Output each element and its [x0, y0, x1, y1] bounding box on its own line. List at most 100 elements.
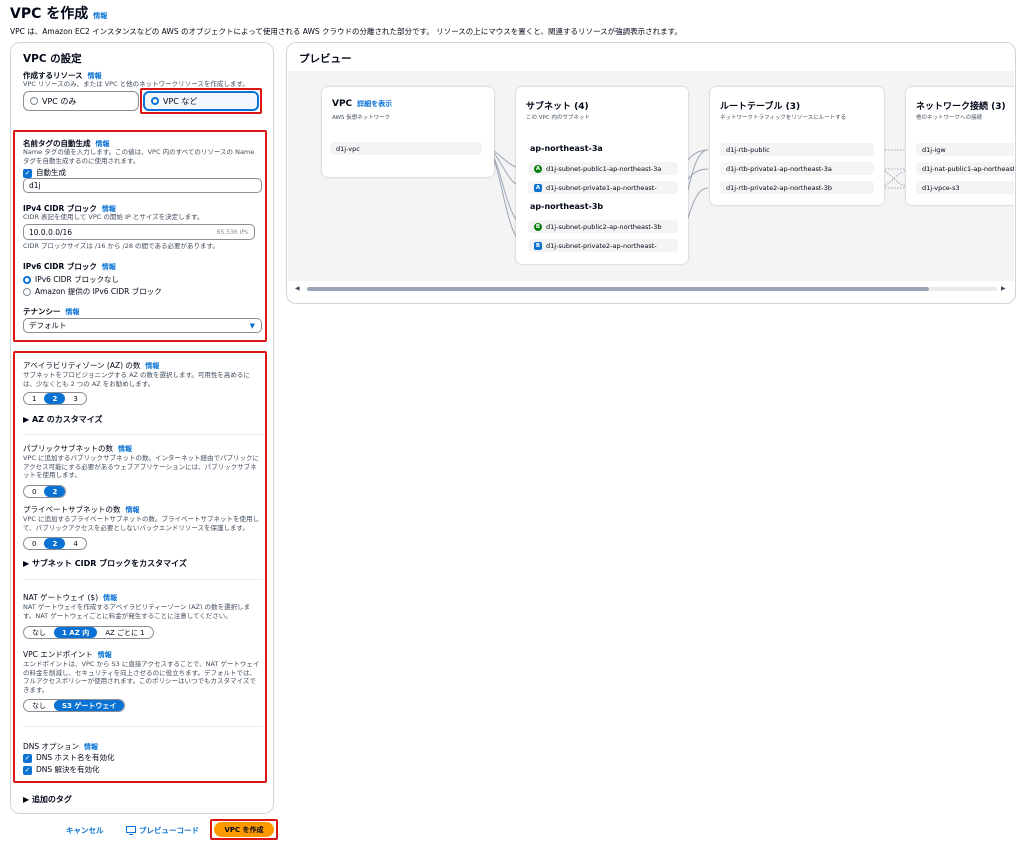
option-vpc-only[interactable]: VPC のみ: [23, 91, 139, 111]
settings-title: VPC の設定: [23, 53, 82, 65]
horizontal-scrollbar[interactable]: [307, 287, 997, 291]
info-link[interactable]: 情報: [98, 651, 112, 659]
info-link[interactable]: 情報: [126, 506, 140, 514]
nat-option-1az[interactable]: 1 AZ 内: [54, 627, 98, 638]
network-card-sub: 他のネットワークへの接続: [916, 115, 983, 121]
route-table-node[interactable]: d1j-rtb-private1-ap-northeast-3a: [720, 162, 874, 175]
route-tables-card-title: ルートテーブル (3): [720, 102, 801, 112]
ipv6-option-amazon[interactable]: Amazon 提供の IPv6 CIDR ブロック: [23, 286, 162, 297]
scroll-right-icon[interactable]: ▶: [1001, 285, 1006, 292]
nat-option-per-az[interactable]: AZ ごとに 1: [97, 627, 153, 638]
info-link[interactable]: 情報: [84, 743, 98, 751]
ipv4-input[interactable]: 10.0.0.0/16 65,536 IPs: [23, 224, 255, 240]
ipv4-desc: CIDR 表記を使用して VPC の開始 IP とサイズを決定します。: [23, 213, 204, 221]
nat-gateway-desc: NAT ゲートウェイを作成するアベイラビリティーゾーン (AZ) の数を選択しま…: [23, 603, 251, 620]
ipv6-label: IPv6 CIDR ブロック 情報: [23, 262, 116, 271]
subnets-card: サブネット (4) この VPC 内のサブネット ap-northeast-3a…: [516, 87, 688, 264]
info-link[interactable]: 情報: [88, 72, 102, 80]
vpc-endpoint-desc: エンドポイントは、VPC から S3 に直接アクセスすることで、NAT ゲートウ…: [23, 660, 260, 694]
public-subnets-option-2[interactable]: 2: [44, 486, 66, 497]
vpc-endpoint-label: VPC エンドポイント 情報: [23, 650, 112, 659]
check-icon: ✓: [23, 765, 32, 775]
subnet-node[interactable]: Bd1j-subnet-public2-ap-northeast-3b: [528, 220, 678, 233]
az-count-selector[interactable]: 1 2 3: [23, 392, 87, 405]
private-badge-icon: B: [534, 241, 542, 250]
additional-tags-expander[interactable]: ▶ 追加のタグ: [23, 794, 72, 805]
scroll-left-icon[interactable]: ◀: [295, 285, 300, 292]
private-subnets-option-2[interactable]: 2: [44, 538, 66, 549]
vpc-details-link[interactable]: 詳細を表示: [357, 100, 392, 108]
info-link[interactable]: 情報: [96, 140, 110, 148]
nat-gateway-selector[interactable]: なし 1 AZ 内 AZ ごとに 1: [23, 626, 154, 639]
vpc-endpoint-selector[interactable]: なし S3 ゲートウェイ: [23, 699, 126, 712]
private-subnets-label: プライベートサブネットの数 情報: [23, 505, 140, 514]
preview-title: プレビュー: [299, 53, 352, 65]
info-link[interactable]: 情報: [66, 308, 80, 316]
scrollbar-thumb[interactable]: [307, 287, 929, 291]
endpoint-option-s3[interactable]: S3 ゲートウェイ: [54, 700, 125, 711]
info-link[interactable]: 情報: [93, 12, 107, 20]
page-title: VPC を作成 情報: [10, 6, 108, 22]
network-node[interactable]: d1j-igw: [916, 143, 1014, 156]
private-badge-icon: A: [534, 183, 542, 192]
divider: [23, 726, 263, 727]
ipv6-option-none[interactable]: IPv6 CIDR ブロックなし: [23, 274, 119, 285]
caret-right-icon: ▶: [23, 795, 32, 804]
zone-label: ap-northeast-3a: [530, 144, 603, 153]
subnet-node[interactable]: Ad1j-subnet-private1-ap-northeast-: [528, 181, 678, 194]
info-link[interactable]: 情報: [118, 445, 132, 453]
highlight-box: [210, 819, 278, 840]
radio-selected-icon: [23, 275, 31, 284]
info-link[interactable]: 情報: [145, 362, 159, 370]
az-option-3[interactable]: 3: [65, 393, 85, 404]
subnet-node[interactable]: Ad1j-subnet-public1-ap-northeast-3a: [528, 162, 678, 175]
nat-option-none[interactable]: なし: [24, 627, 54, 638]
public-subnets-option-0[interactable]: 0: [24, 486, 44, 497]
caret-down-icon: ▼: [249, 321, 255, 330]
vpc-node[interactable]: d1j-vpc: [330, 142, 482, 155]
private-subnets-selector[interactable]: 0 2 4: [23, 537, 87, 550]
route-tables-card: ルートテーブル (3) ネットワークトラフィックをリソースにルートする d1j-…: [710, 87, 884, 205]
dns-resolution-checkbox[interactable]: ✓ DNS 解決を有効化: [23, 764, 100, 775]
az-option-1[interactable]: 1: [24, 393, 44, 404]
public-badge-icon: B: [534, 222, 542, 231]
subnet-node[interactable]: Bd1j-subnet-private2-ap-northeast-: [528, 239, 678, 252]
vpc-card-title: VPC 詳細を表示: [332, 99, 393, 109]
private-subnets-option-0[interactable]: 0: [24, 538, 44, 549]
network-card-title: ネットワーク接続 (3): [916, 102, 1006, 112]
caret-right-icon: ▶: [23, 559, 32, 568]
az-option-2[interactable]: 2: [44, 393, 66, 404]
public-subnets-desc: VPC に追加するパブリックサブネットの数。インターネット経由でパブリックにアク…: [23, 454, 259, 479]
public-subnets-label: パブリックサブネットの数 情報: [23, 444, 132, 453]
info-link[interactable]: 情報: [103, 594, 117, 602]
preview-code-button[interactable]: プレビューコード: [126, 825, 199, 836]
public-subnets-selector[interactable]: 0 2: [23, 485, 67, 498]
az-label: アベイラビリティゾーン (AZ) の数 情報: [23, 361, 160, 370]
endpoint-option-none[interactable]: なし: [24, 700, 54, 711]
radio-icon: [23, 287, 31, 296]
preview-panel: プレビュー VPC 詳細を表示 AWS 仮想ネットワーク d1j-vpc サブネ…: [286, 42, 1016, 304]
cancel-button[interactable]: キャンセル: [66, 825, 104, 836]
subnets-card-title: サブネット (4): [526, 102, 589, 112]
info-link[interactable]: 情報: [102, 263, 116, 271]
info-link[interactable]: 情報: [102, 205, 116, 213]
name-tag-input[interactable]: d1j: [23, 178, 262, 193]
page-description: VPC は、Amazon EC2 インスタンスなどの AWS のオブジェクトによ…: [10, 27, 682, 36]
route-table-node[interactable]: d1j-rtb-public: [720, 143, 874, 156]
auto-generate-checkbox[interactable]: ✓ 自動生成: [23, 167, 66, 178]
dns-hostnames-checkbox[interactable]: ✓ DNS ホスト名を有効化: [23, 752, 115, 763]
divider: [23, 434, 263, 435]
route-tables-card-sub: ネットワークトラフィックをリソースにルートする: [720, 115, 847, 121]
ipv4-ip-count: 65,536 IPs: [216, 228, 248, 236]
network-node[interactable]: d1j-nat-public1-ap-northeast-3a: [916, 162, 1014, 175]
nat-gateway-label: NAT ゲートウェイ ($) 情報: [23, 593, 118, 602]
name-tag-desc: Name タグの値を入力します。この値は、VPC 内のすべてのリソースの Nam…: [23, 148, 255, 165]
network-node[interactable]: d1j-vpce-s3: [916, 181, 1014, 194]
private-subnets-option-4[interactable]: 4: [65, 538, 85, 549]
subnet-cidr-customize-expander[interactable]: ▶ サブネット CIDR ブロックをカスタマイズ: [23, 558, 187, 569]
az-customize-expander[interactable]: ▶ AZ のカスタマイズ: [23, 414, 102, 425]
network-connections-card: ネットワーク接続 (3) 他のネットワークへの接続 d1j-igw d1j-na…: [906, 87, 1014, 205]
vpc-card: VPC 詳細を表示 AWS 仮想ネットワーク d1j-vpc: [322, 87, 494, 177]
tenancy-select[interactable]: デフォルト ▼: [23, 318, 262, 333]
route-table-node[interactable]: d1j-rtb-private2-ap-northeast-3b: [720, 181, 874, 194]
